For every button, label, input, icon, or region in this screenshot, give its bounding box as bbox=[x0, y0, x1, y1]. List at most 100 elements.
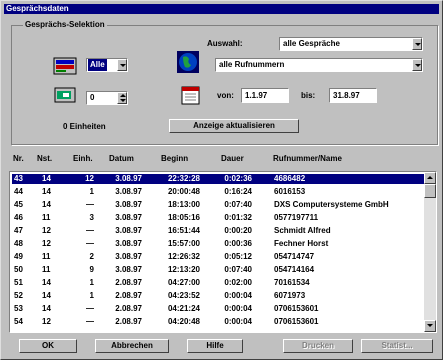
from-date-field[interactable]: 1.1.97 bbox=[241, 88, 289, 103]
cell-beginn: 15:57:00 bbox=[167, 239, 200, 248]
extension-combo-value: Alle bbox=[88, 59, 107, 71]
cell-beginn: 04:27:00 bbox=[167, 278, 200, 287]
cell-nst: 12 bbox=[42, 239, 51, 248]
cell-einh: — bbox=[86, 239, 94, 248]
cell-datum: 3.08.97 bbox=[115, 252, 142, 261]
col-header-dauer: Dauer bbox=[221, 154, 244, 163]
col-header-nst: Nst. bbox=[37, 154, 53, 163]
cell-einh: 1 bbox=[89, 291, 94, 300]
cell-datum: 2.08.97 bbox=[115, 304, 142, 313]
to-label: bis: bbox=[301, 91, 316, 100]
cell-dauer: 0:02:00 bbox=[224, 278, 252, 287]
cell-beginn: 18:13:00 bbox=[167, 200, 200, 209]
chevron-down-icon[interactable] bbox=[117, 59, 127, 71]
col-header-name: Rufnummer/Name bbox=[273, 154, 342, 163]
cell-dauer: 0:00:04 bbox=[224, 291, 252, 300]
cell-nst: 14 bbox=[42, 278, 51, 287]
calendar-icon bbox=[181, 86, 200, 105]
statistics-button[interactable]: Statist... bbox=[361, 339, 433, 353]
cell-nst: 11 bbox=[42, 252, 51, 261]
cell-name: DXS Computersysteme GmbH bbox=[274, 200, 389, 209]
cell-dauer: 0:16:24 bbox=[224, 187, 252, 196]
cell-nst: 14 bbox=[42, 174, 51, 183]
col-header-einh: Einh. bbox=[73, 154, 93, 163]
help-button[interactable]: Hilfe bbox=[187, 339, 243, 353]
cell-name: Fechner Horst bbox=[274, 239, 329, 248]
cell-einh: 3 bbox=[89, 213, 94, 222]
cell-nr: 50 bbox=[14, 265, 23, 274]
to-date-field[interactable]: 31.8.97 bbox=[329, 88, 377, 103]
cell-beginn: 18:05:16 bbox=[167, 213, 200, 222]
window-title: Gesprächsdaten bbox=[4, 4, 439, 14]
table-row[interactable]: 51 14 1 2.08.97 04:27:00 0:02:00 70161534 bbox=[12, 278, 424, 288]
cell-name: 054714164 bbox=[274, 265, 315, 274]
scroll-up-icon[interactable] bbox=[424, 172, 436, 184]
chevron-down-icon[interactable] bbox=[412, 59, 422, 71]
table-row[interactable]: 49 11 2 3.08.97 12:26:32 0:05:12 054714747 bbox=[12, 252, 424, 262]
cell-nst: 12 bbox=[42, 317, 51, 326]
units-spinner[interactable]: 0 bbox=[86, 91, 128, 105]
units-text: 0 Einheiten bbox=[63, 122, 106, 131]
cell-datum: 2.08.97 bbox=[115, 278, 142, 287]
call-type-value: alle Gespräche bbox=[283, 39, 340, 48]
cell-name: 4686482 bbox=[274, 174, 306, 183]
table-row[interactable]: 43 14 12 3.08.97 22:32:28 0:02:36 4686482 bbox=[12, 174, 424, 184]
number-combo-value: alle Rufnummern bbox=[219, 60, 285, 69]
spinner-arrows-icon[interactable] bbox=[117, 92, 127, 104]
cell-name: 70161534 bbox=[274, 278, 310, 287]
scroll-down-icon[interactable] bbox=[424, 320, 436, 332]
table-row[interactable]: 47 12 — 3.08.97 16:51:44 0:00:20 Schmidt Alfre… bbox=[12, 226, 424, 236]
cell-nr: 48 bbox=[14, 239, 23, 248]
call-type-combo[interactable]: alle Gespräche bbox=[279, 37, 423, 51]
cell-beginn: 16:51:44 bbox=[167, 226, 200, 235]
cell-datum: 3.08.97 bbox=[115, 174, 142, 183]
cell-nr: 52 bbox=[14, 291, 23, 300]
cell-name: 054714747 bbox=[274, 252, 315, 261]
table-row[interactable]: 48 12 — 3.08.97 15:57:00 0:00:36 Fechner Horst bbox=[12, 239, 424, 249]
extension-combo[interactable]: Alle bbox=[86, 58, 128, 72]
table-row[interactable]: 54 12 — 2.08.97 04:20:48 0:00:04 0706153601 bbox=[12, 317, 424, 327]
cell-dauer: 0:00:04 bbox=[224, 317, 252, 326]
cell-beginn: 04:23:52 bbox=[167, 291, 200, 300]
units-icon bbox=[54, 87, 76, 103]
cell-einh: — bbox=[86, 304, 94, 313]
cell-nr: 46 bbox=[14, 213, 23, 222]
cell-name: 0706153601 bbox=[274, 304, 319, 313]
cell-nr: 49 bbox=[14, 252, 23, 261]
cancel-button[interactable]: Abbrechen bbox=[95, 339, 169, 353]
call-data-window: Gesprächsdaten Gesprächs-Selektion Alle … bbox=[0, 0, 443, 360]
cell-nr: 51 bbox=[14, 278, 23, 287]
cell-einh: 9 bbox=[89, 265, 94, 274]
cell-datum: 2.08.97 bbox=[115, 291, 142, 300]
table-row[interactable]: 44 14 1 3.08.97 20:00:48 0:16:24 6016153 bbox=[12, 187, 424, 197]
table-row[interactable]: 53 14 — 2.08.97 04:21:24 0:00:04 0706153601 bbox=[12, 304, 424, 314]
refresh-display-button[interactable]: Anzeige aktualisieren bbox=[169, 119, 299, 133]
cell-beginn: 04:21:24 bbox=[167, 304, 200, 313]
chevron-down-icon[interactable] bbox=[412, 38, 422, 50]
table-row[interactable]: 46 11 3 3.08.97 18:05:16 0:01:32 0577197711 bbox=[12, 213, 424, 223]
col-header-nr: Nr. bbox=[13, 154, 24, 163]
cell-name: 0706153601 bbox=[274, 317, 319, 326]
ok-button[interactable]: OK bbox=[19, 339, 77, 353]
cell-datum: 3.08.97 bbox=[115, 239, 142, 248]
list-vertical-scrollbar[interactable] bbox=[424, 172, 436, 332]
selection-group-label: Gesprächs-Selektion bbox=[23, 19, 107, 31]
units-spinner-value: 0 bbox=[90, 93, 95, 102]
table-row[interactable]: 52 14 1 2.08.97 04:23:52 0:00:04 6071973 bbox=[12, 291, 424, 301]
number-combo[interactable]: alle Rufnummern bbox=[215, 58, 423, 72]
cell-einh: — bbox=[86, 200, 94, 209]
cell-nr: 54 bbox=[14, 317, 23, 326]
cell-nr: 45 bbox=[14, 200, 23, 209]
cell-dauer: 0:00:04 bbox=[224, 304, 252, 313]
call-list[interactable]: 43 14 12 3.08.97 22:32:28 0:02:36 4686482 44 14 1… bbox=[9, 171, 437, 333]
table-row[interactable]: 45 14 — 3.08.97 18:13:00 0:07:40 DXS Computers… bbox=[12, 200, 424, 210]
cell-beginn: 04:20:48 bbox=[167, 317, 200, 326]
table-row[interactable]: 50 11 9 3.08.97 12:13:20 0:07:40 054714164 bbox=[12, 265, 424, 275]
print-button[interactable]: Drucken bbox=[283, 339, 353, 353]
cell-beginn: 22:32:28 bbox=[167, 174, 200, 183]
cell-beginn: 12:13:20 bbox=[167, 265, 200, 274]
cell-datum: 3.08.97 bbox=[115, 213, 142, 222]
scroll-thumb[interactable] bbox=[424, 184, 436, 198]
cell-dauer: 0:00:36 bbox=[224, 239, 252, 248]
cell-dauer: 0:05:12 bbox=[224, 252, 252, 261]
